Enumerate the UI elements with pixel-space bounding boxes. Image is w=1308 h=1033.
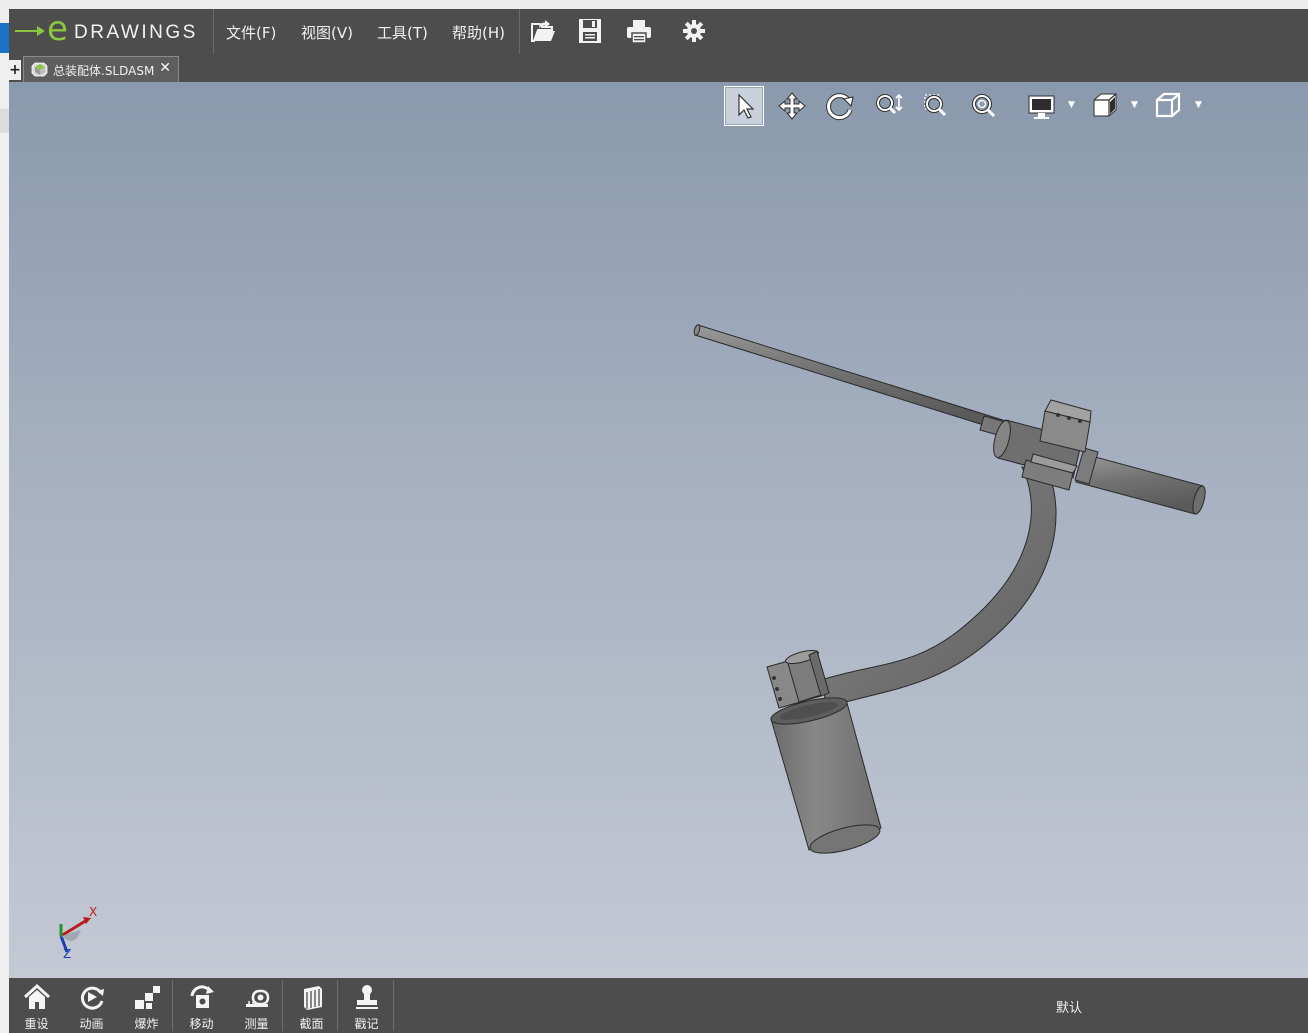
section-button[interactable]: 截面 bbox=[284, 978, 339, 1033]
assembly-file-icon bbox=[31, 62, 48, 77]
menu-view[interactable]: 视图(V) bbox=[301, 22, 353, 43]
thick-rod bbox=[1074, 447, 1206, 515]
measure-button[interactable]: 测量 bbox=[229, 978, 284, 1033]
triad-z-label: Z bbox=[63, 947, 72, 961]
stamp-label: 戳记 bbox=[354, 1017, 379, 1031]
coordinate-triad: X Z bbox=[49, 904, 109, 964]
lower-cylinder bbox=[770, 697, 882, 854]
menu-bar: e DRAWINGS 文件(F) 视图(V) 工具(T) 帮助(H) bbox=[9, 9, 1308, 54]
configuration-label[interactable]: 默认 bbox=[1056, 997, 1082, 1016]
logo-word: DRAWINGS bbox=[74, 22, 198, 43]
curved-tube bbox=[820, 466, 1057, 708]
animate-label: 动画 bbox=[79, 1017, 104, 1031]
home-icon bbox=[23, 983, 51, 1009]
settings-icon[interactable] bbox=[680, 17, 708, 45]
measure-icon bbox=[246, 989, 270, 1007]
logo-letter: e bbox=[47, 9, 68, 49]
measure-label: 测量 bbox=[244, 1017, 269, 1031]
move-button[interactable]: 移动 bbox=[174, 978, 229, 1033]
tab-close-button[interactable]: ✕ bbox=[159, 60, 171, 76]
animate-button[interactable]: 动画 bbox=[64, 978, 119, 1033]
reset-label: 重设 bbox=[24, 1017, 49, 1031]
save-icon[interactable] bbox=[576, 17, 604, 45]
stamp-icon bbox=[356, 985, 378, 1009]
tab-bar: + 总装配体.SLDASM ✕ bbox=[9, 54, 1308, 82]
desktop-edge bbox=[0, 9, 9, 1033]
animate-icon bbox=[80, 986, 104, 1010]
print-icon[interactable] bbox=[625, 17, 653, 45]
stamp-button[interactable]: 戳记 bbox=[339, 978, 394, 1033]
bottom-toolbar: 重设 动画 爆炸 移动 测量 截面 戳记 默认 bbox=[9, 978, 1308, 1033]
triad-x-label: X bbox=[89, 905, 98, 919]
explode-button[interactable]: 爆炸 bbox=[119, 978, 174, 1033]
tab-assembly[interactable]: 总装配体.SLDASM ✕ bbox=[23, 56, 179, 82]
assembly-model[interactable] bbox=[9, 82, 1308, 978]
edrawings-logo: e DRAWINGS bbox=[15, 9, 215, 49]
reset-button[interactable]: 重设 bbox=[9, 978, 64, 1033]
section-icon bbox=[304, 986, 322, 1010]
thin-rod bbox=[693, 324, 1010, 438]
3d-viewport[interactable]: ▼ ▼ ▼ X Z bbox=[9, 82, 1308, 978]
move-label: 移动 bbox=[189, 1017, 214, 1031]
add-tab-button[interactable]: + bbox=[9, 60, 21, 80]
menu-file[interactable]: 文件(F) bbox=[226, 22, 276, 43]
open-icon[interactable] bbox=[529, 17, 557, 45]
desktop-strip bbox=[0, 0, 1308, 9]
explode-label: 爆炸 bbox=[134, 1017, 159, 1031]
section-label: 截面 bbox=[299, 1017, 324, 1031]
explode-icon bbox=[135, 986, 160, 1009]
move-icon bbox=[190, 985, 214, 1008]
menu-tools[interactable]: 工具(T) bbox=[377, 22, 428, 43]
tab-label: 总装配体.SLDASM bbox=[53, 64, 155, 78]
menu-help[interactable]: 帮助(H) bbox=[452, 22, 505, 43]
